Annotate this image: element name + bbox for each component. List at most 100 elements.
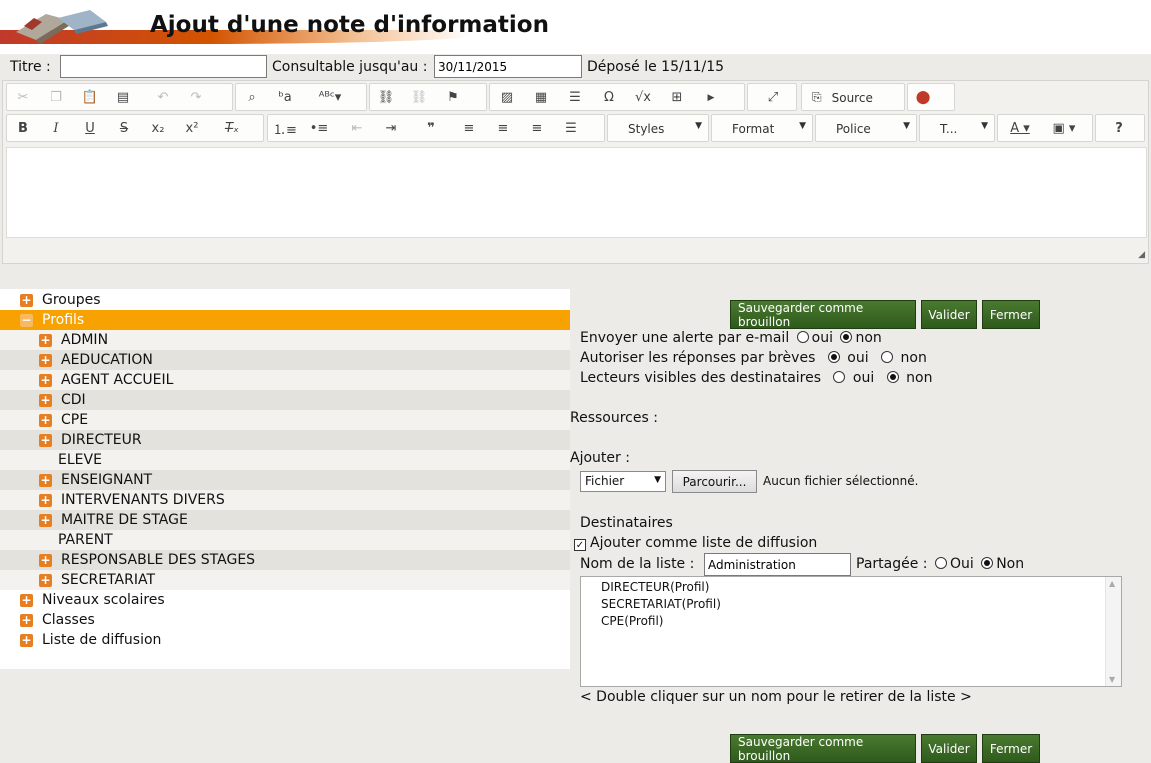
expand-icon[interactable]: + [39, 493, 52, 507]
numbered-list-icon[interactable]: ⒈≡ [272, 118, 298, 139]
anchor-icon[interactable]: ⚑ [440, 87, 466, 108]
expand-icon[interactable]: + [39, 393, 52, 407]
expand-icon[interactable]: + [20, 613, 33, 627]
expand-icon[interactable]: + [39, 573, 52, 587]
expand-icon[interactable]: + [39, 333, 52, 347]
until-date-input[interactable] [434, 55, 582, 78]
list-item[interactable]: CPE(Profil) [601, 614, 664, 628]
tree-node-profils[interactable]: − Profils [0, 310, 570, 330]
scrollbar[interactable]: ▲ ▼ [1105, 577, 1121, 686]
indent-icon[interactable]: ⇥ [378, 118, 404, 139]
expand-icon[interactable]: + [39, 373, 52, 387]
strike-icon[interactable]: S [111, 118, 137, 139]
close-button-bottom[interactable]: Fermer [982, 734, 1040, 763]
omega-icon[interactable]: Ω [596, 87, 622, 108]
shared-oui-radio[interactable] [934, 557, 947, 569]
tree-node-groupes[interactable]: + Groupes [0, 290, 570, 310]
replace-icon[interactable]: ᵇa [272, 87, 298, 108]
tree-node-profile[interactable]: + CPE [0, 410, 570, 430]
tree-node-profile[interactable]: + AGENT ACCUEIL [0, 370, 570, 390]
tree-node-profile[interactable]: + DIRECTEUR [0, 430, 570, 450]
expand-icon[interactable]: + [20, 633, 33, 647]
source-button[interactable]: ⎘ Source [806, 87, 879, 108]
tree-node-profile[interactable]: + ADMIN [0, 330, 570, 350]
bg-color-icon[interactable]: ▣ ▾ [1046, 118, 1082, 139]
validate-button[interactable]: Valider [921, 300, 977, 329]
email-alert-non-radio[interactable] [840, 331, 853, 343]
plus-icon[interactable]: ⊞ [664, 87, 690, 108]
save-draft-button-bottom[interactable]: Sauvegarder comme brouillon [730, 734, 916, 763]
paste-text-icon[interactable]: ▤ [110, 87, 136, 108]
replies-non-radio[interactable] [881, 351, 894, 363]
expand-icon[interactable]: + [39, 413, 52, 427]
tree-node-profile[interactable]: PARENT [0, 530, 570, 550]
hr-icon[interactable]: ☰ [562, 87, 588, 108]
align-right-icon[interactable]: ≡ [524, 118, 550, 139]
italic-icon[interactable]: I [43, 118, 69, 139]
tree-node-niveaux[interactable]: + Niveaux scolaires [0, 590, 570, 610]
bold-icon[interactable]: B [10, 118, 36, 139]
find-icon[interactable]: ⌕ [239, 87, 265, 108]
tree-node-profile[interactable]: + SECRETARIAT [0, 570, 570, 590]
bullet-list-icon[interactable]: •≡ [306, 118, 332, 139]
shared-non-radio[interactable] [981, 557, 994, 569]
styles-combo[interactable]: Styles ▼ [607, 114, 709, 142]
tree-node-profile[interactable]: + CDI [0, 390, 570, 410]
align-center-icon[interactable]: ≡ [490, 118, 516, 139]
expand-icon[interactable]: + [20, 293, 33, 307]
resource-type-select[interactable]: Fichier ▼ [580, 471, 666, 492]
maximize-icon[interactable]: ⤢ [760, 87, 786, 108]
remove-format-icon[interactable]: T̶ₓ [219, 118, 245, 139]
visible-readers-non-radio[interactable] [886, 371, 899, 383]
text-color-icon[interactable]: A ▾ [1002, 118, 1038, 139]
resize-handle-icon[interactable]: ◢ [1138, 250, 1145, 260]
expand-icon[interactable]: + [39, 353, 52, 367]
expand-icon[interactable]: + [39, 513, 52, 527]
tree-node-profile[interactable]: ELEVE [0, 450, 570, 470]
tree-node-classes[interactable]: + Classes [0, 610, 570, 630]
tree-node-profile[interactable]: + MAITRE DE STAGE [0, 510, 570, 530]
undo-icon[interactable]: ↶ [150, 87, 176, 108]
map-pin-icon[interactable]: ⬤ [910, 87, 936, 108]
add-as-list-checkbox[interactable]: ✓ [574, 539, 586, 551]
underline-icon[interactable]: U [77, 118, 103, 139]
unlink-icon[interactable]: ⛓ [406, 87, 432, 108]
help-button[interactable]: ? [1106, 118, 1132, 139]
format-combo[interactable]: Format ▼ [711, 114, 813, 142]
size-combo[interactable]: T... ▼ [919, 114, 995, 142]
collapse-icon[interactable]: − [20, 313, 33, 327]
scroll-down-icon[interactable]: ▼ [1109, 675, 1115, 684]
align-left-icon[interactable]: ≡ [456, 118, 482, 139]
tree-node-profile[interactable]: + INTERVENANTS DIVERS [0, 490, 570, 510]
image-icon[interactable]: ▨ [494, 87, 520, 108]
link-icon[interactable]: ⛓ [373, 87, 399, 108]
outdent-icon[interactable]: ⇤ [344, 118, 370, 139]
recipients-listbox[interactable]: DIRECTEUR(Profil) SECRETARIAT(Profil) CP… [580, 576, 1122, 687]
validate-button-bottom[interactable]: Valider [921, 734, 977, 763]
cut-icon[interactable]: ✂ [10, 87, 36, 108]
replies-oui-radio[interactable] [827, 351, 840, 363]
justify-icon[interactable]: ☰ [558, 118, 584, 139]
scroll-up-icon[interactable]: ▲ [1109, 579, 1115, 588]
editor-content-area[interactable] [6, 147, 1147, 238]
save-draft-button[interactable]: Sauvegarder comme brouillon [730, 300, 916, 329]
expand-icon[interactable]: + [20, 593, 33, 607]
list-item[interactable]: DIRECTEUR(Profil) [601, 580, 709, 594]
spellcheck-icon[interactable]: ᴬᴮᶜ▾ [311, 87, 349, 108]
blockquote-icon[interactable]: ❞ [418, 118, 444, 139]
sqrt-icon[interactable]: √x [630, 87, 656, 108]
title-input[interactable] [60, 55, 267, 78]
browse-button[interactable]: Parcourir... [672, 470, 757, 493]
tree-node-listes[interactable]: + Liste de diffusion [0, 630, 570, 650]
tree-node-profile[interactable]: + AEDUCATION [0, 350, 570, 370]
superscript-icon[interactable]: x² [179, 118, 205, 139]
email-alert-oui-radio[interactable] [796, 331, 809, 343]
subscript-icon[interactable]: x₂ [145, 118, 171, 139]
expand-icon[interactable]: + [39, 433, 52, 447]
expand-icon[interactable]: + [39, 553, 52, 567]
close-button[interactable]: Fermer [982, 300, 1040, 329]
tree-node-profile[interactable]: + RESPONSABLE DES STAGES [0, 550, 570, 570]
copy-icon[interactable]: ❐ [43, 87, 69, 108]
list-item[interactable]: SECRETARIAT(Profil) [601, 597, 721, 611]
visible-readers-oui-radio[interactable] [833, 371, 846, 383]
